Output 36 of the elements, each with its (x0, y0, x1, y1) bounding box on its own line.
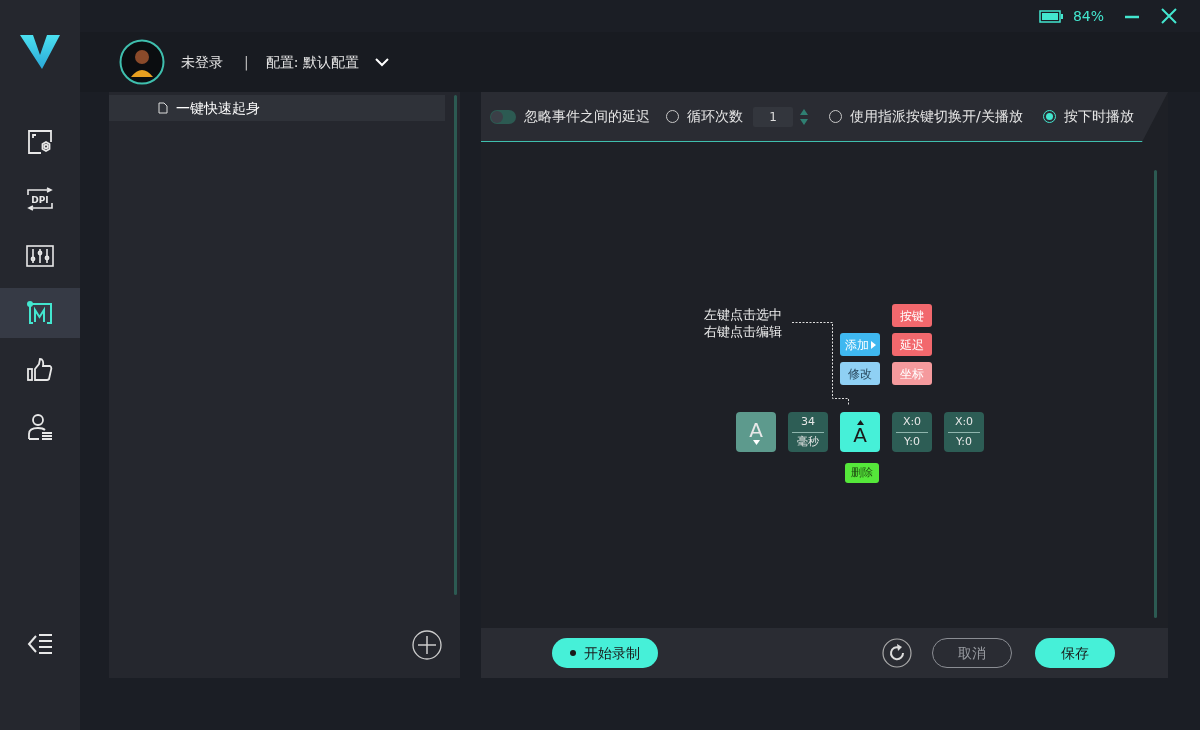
user-list-icon[interactable] (27, 413, 53, 441)
chevron-down-icon[interactable] (374, 57, 389, 67)
hint-text: 左键点击选中 右键点击编辑 (704, 306, 782, 340)
close-icon[interactable] (1160, 7, 1178, 25)
delay-event[interactable]: 34 毫秒 (788, 412, 828, 452)
collapse-menu-icon[interactable] (27, 633, 53, 655)
loop-count-field[interactable]: 1 (753, 106, 793, 127)
battery-icon (1038, 9, 1063, 23)
coord-event[interactable]: X:0 Y:0 (944, 412, 984, 452)
separator: | (244, 52, 249, 73)
delete-button[interactable]: 删除 (845, 463, 879, 483)
toggle-label: 忽略事件之间的延迟 (524, 107, 650, 126)
radio-label: 循环次数 (687, 107, 743, 126)
login-status[interactable]: 未登录 (181, 51, 223, 73)
display-settings-icon[interactable] (27, 129, 53, 155)
toggle-switch[interactable] (490, 109, 516, 124)
dot-icon (570, 650, 576, 656)
radio-label: 按下时播放 (1063, 107, 1134, 126)
edit-menu-item[interactable]: 修改 (840, 362, 880, 385)
add-macro-button[interactable] (412, 630, 442, 660)
radio-label: 使用指派按键切换开/关播放 (850, 107, 1023, 126)
coord-event[interactable]: X:0 Y:0 (892, 412, 932, 452)
avatar[interactable] (119, 39, 165, 85)
spinner-arrows-icon[interactable] (799, 107, 809, 126)
save-button[interactable]: 保存 (1035, 638, 1115, 668)
document-icon (158, 102, 168, 114)
macro-list-item[interactable]: 一键快速起身 (109, 95, 445, 121)
key-event[interactable]: A (840, 412, 880, 452)
reset-icon[interactable] (882, 638, 912, 668)
battery-percentage: 84% (1072, 6, 1104, 26)
start-recording-button[interactable]: 开始录制 (552, 638, 658, 668)
macro-icon[interactable] (27, 301, 53, 325)
profile-name[interactable]: 配置: 默认配置 (265, 51, 359, 73)
thumbs-up-icon[interactable] (27, 358, 53, 382)
sliders-icon[interactable] (26, 245, 54, 267)
logo-icon (20, 33, 60, 69)
